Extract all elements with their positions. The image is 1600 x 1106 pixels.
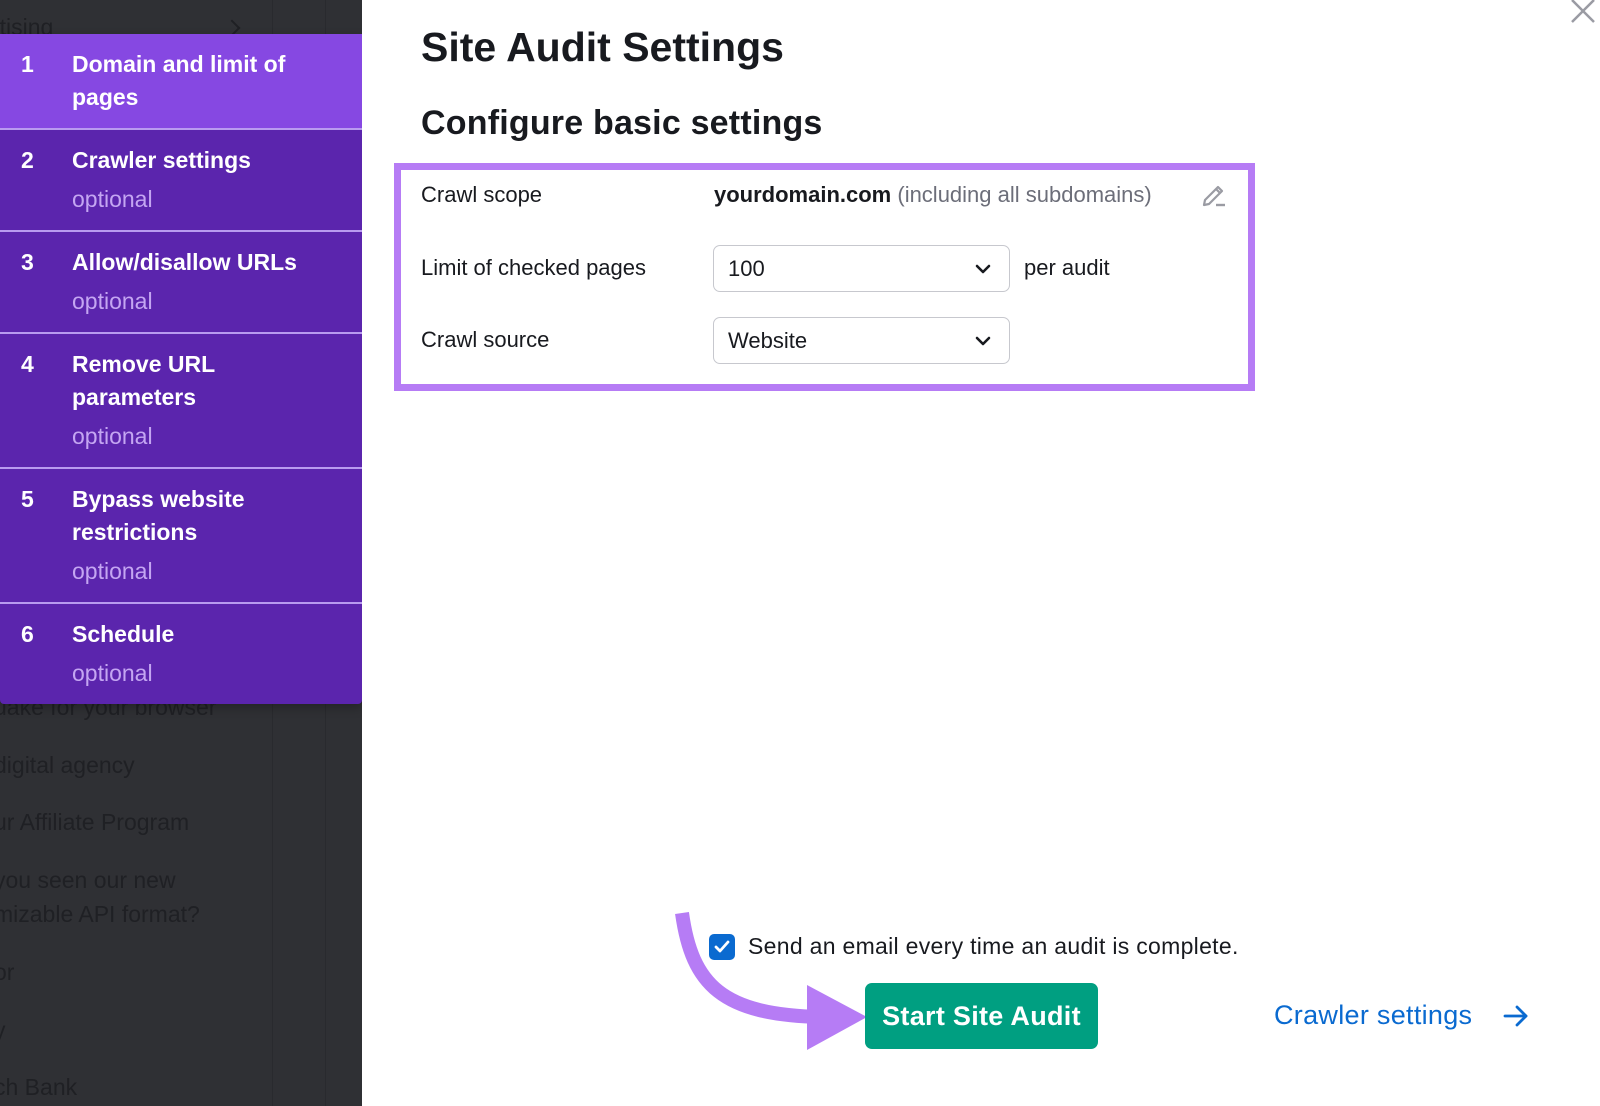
step-number: 2 — [21, 147, 34, 173]
step-title: Domain and limit of pages — [72, 51, 286, 110]
pencil-icon — [1202, 185, 1225, 207]
bg-menu-item: ur Affiliate Program — [0, 809, 190, 835]
step-bypass-website-restrictions[interactable]: 5 Bypass website restrictions optional — [0, 469, 362, 604]
email-notification-label: Send an email every time an audit is com… — [748, 933, 1239, 959]
limit-pages-select[interactable]: 100 — [713, 245, 1010, 292]
step-title: Remove URL parameters — [72, 351, 215, 410]
step-optional-label: optional — [72, 186, 153, 212]
step-schedule[interactable]: 6 Schedule optional — [0, 604, 362, 704]
crawl-scope-value: yourdomain.com (including all subdomains… — [714, 182, 1152, 208]
bg-menu-item: ch Bank — [0, 1074, 78, 1100]
limit-pages-value: 100 — [728, 256, 765, 281]
step-optional-label: optional — [72, 558, 153, 584]
bg-menu-item: digital agency — [0, 752, 135, 778]
step-title: Crawler settings — [72, 147, 251, 173]
step-number: 6 — [21, 621, 34, 647]
step-title: Bypass website restrictions — [72, 486, 245, 545]
bg-menu-item: y — [0, 1013, 6, 1047]
close-icon — [1571, 0, 1595, 23]
crawl-source-label: Crawl source — [421, 327, 550, 352]
step-number: 5 — [21, 486, 34, 512]
site-audit-settings-modal: Site Audit Settings Configure basic sett… — [362, 0, 1600, 1106]
bg-menu-item: you seen our new mizable API format? — [0, 867, 200, 927]
step-number: 3 — [21, 249, 34, 275]
crawl-scope-domain: yourdomain.com — [714, 182, 892, 207]
step-number: 1 — [21, 51, 34, 77]
email-notification-checkbox[interactable] — [709, 934, 735, 960]
page-title: Site Audit Settings — [421, 24, 784, 70]
step-optional-label: optional — [72, 288, 153, 314]
crawl-scope-note: (including all subdomains) — [891, 182, 1152, 207]
chevron-down-icon — [975, 264, 991, 274]
close-button[interactable] — [1564, 0, 1600, 30]
step-number: 4 — [21, 351, 34, 377]
edit-crawl-scope-button[interactable] — [1200, 180, 1228, 208]
step-optional-label: optional — [72, 660, 153, 686]
step-remove-url-parameters[interactable]: 4 Remove URL parameters optional — [0, 334, 362, 469]
checkmark-icon — [714, 940, 730, 953]
per-audit-label: per audit — [1024, 255, 1110, 280]
annotation-arrow-icon — [675, 912, 867, 1050]
section-title: Configure basic settings — [421, 104, 823, 142]
arrow-right-icon[interactable] — [1502, 1003, 1530, 1029]
settings-steps-nav: 1 Domain and limit of pages 2 Crawler se… — [0, 34, 362, 704]
step-crawler-settings[interactable]: 2 Crawler settings optional — [0, 130, 362, 232]
step-title: Schedule — [72, 621, 175, 647]
crawler-settings-link[interactable]: Crawler settings — [1274, 1000, 1472, 1031]
bg-menu-item: or — [0, 959, 15, 985]
step-allow-disallow-urls[interactable]: 3 Allow/disallow URLs optional — [0, 232, 362, 334]
limit-pages-label: Limit of checked pages — [421, 255, 647, 280]
crawl-source-value: Website — [728, 328, 808, 353]
crawl-source-select[interactable]: Website — [713, 317, 1010, 364]
step-optional-label: optional — [72, 423, 153, 449]
step-domain-and-limit[interactable]: 1 Domain and limit of pages — [0, 34, 362, 130]
crawl-scope-label: Crawl scope — [421, 182, 543, 207]
chevron-down-icon — [975, 336, 991, 346]
step-title: Allow/disallow URLs — [72, 249, 297, 275]
start-site-audit-button[interactable]: Start Site Audit — [865, 983, 1098, 1049]
